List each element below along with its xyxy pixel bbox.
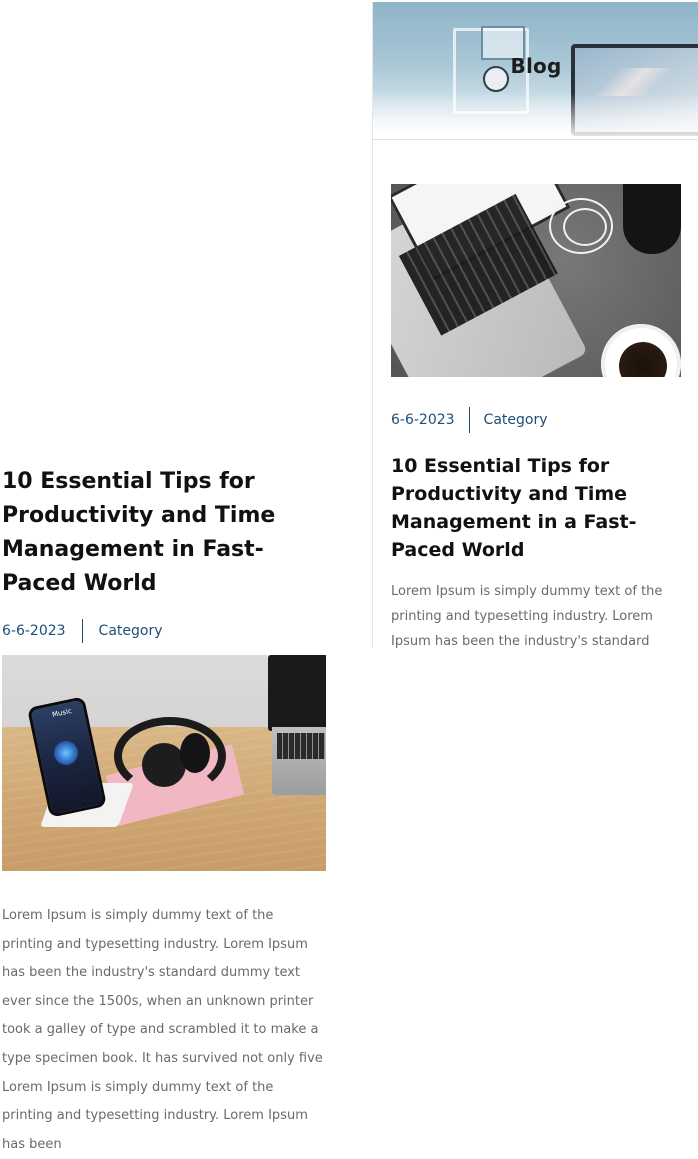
headphones-earcup-back [180,733,210,773]
meta-separator [468,407,470,433]
hero-divider [373,139,698,140]
meta-separator [81,619,83,643]
pen-holder [623,184,681,254]
article-meta: 6-6-2023 Category [2,619,326,643]
blog-preview-panel: Blog 6-6-2023 Category 10 Essential Tips… [372,2,698,648]
article-title: 10 Essential Tips for Productivity and T… [2,469,276,596]
post-card-image[interactable] [391,184,681,377]
post-card-date: 6-6-2023 [391,412,455,428]
post-card-category-link[interactable]: Category [484,412,548,428]
hero-fade-overlay [373,92,698,140]
blog-hero-banner: Blog [373,2,698,140]
article-body: Lorem Ipsum is simply dummy text of the … [2,908,323,1152]
blog-hero-title: Blog [510,54,562,78]
earphone-cable-loop [563,208,607,246]
laptop-keyboard [277,733,325,759]
article-date: 6-6-2023 [2,623,66,639]
article: 10 Essential Tips for Productivity and T… [2,465,326,643]
article-category-link[interactable]: Category [99,623,163,639]
laptop-screen [268,655,326,731]
post-card-excerpt: Lorem Ipsum is simply dummy text of the … [391,584,663,648]
article-image: Music [2,655,326,871]
post-card-title[interactable]: 10 Essential Tips for Productivity and T… [391,452,681,564]
post-card-meta: 6-6-2023 Category [391,407,548,433]
